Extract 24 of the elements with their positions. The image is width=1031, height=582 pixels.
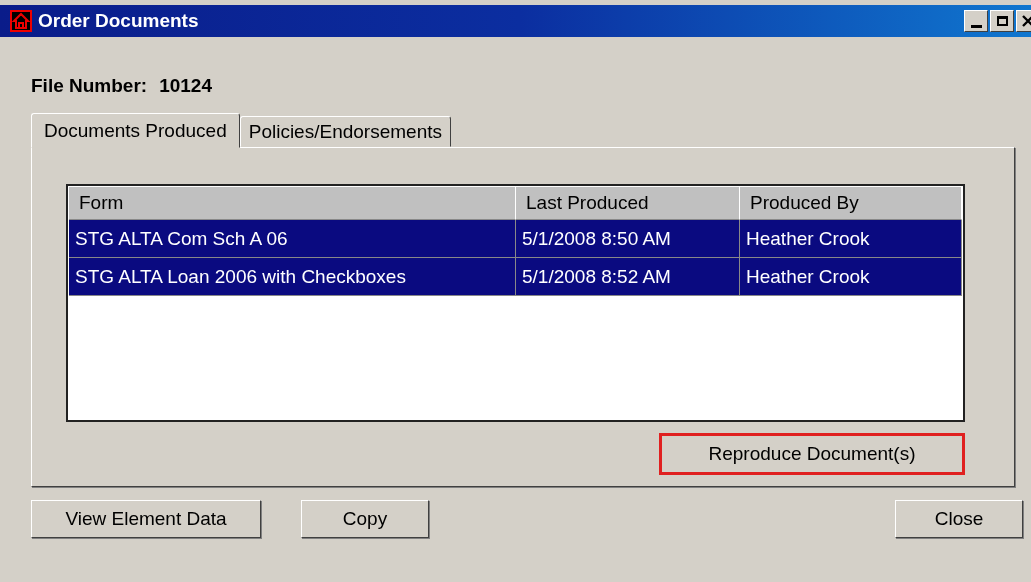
table-cell: Heather Crook [740, 258, 962, 296]
dialog-button[interactable]: Close [895, 500, 1023, 538]
file-number-label: File Number: [31, 75, 148, 98]
column-header[interactable]: Produced By [740, 187, 962, 220]
tab[interactable]: Documents Produced [31, 113, 240, 148]
dialog-button[interactable]: Copy [301, 500, 429, 538]
table-cell: STG ALTA Com Sch A 06 [69, 220, 516, 258]
table-cell: Heather Crook [740, 220, 962, 258]
table-row[interactable]: STG ALTA Loan 2006 with Checkboxes 5/1/2008 8:52 AM Heather Crook [69, 258, 962, 296]
minimize-button[interactable] [964, 10, 988, 32]
column-header[interactable]: Last Produced [516, 187, 740, 220]
table-cell: 5/1/2008 8:52 AM [516, 258, 740, 296]
dialog-button[interactable]: View Element Data [31, 500, 261, 538]
table-row[interactable]: STG ALTA Com Sch A 06 5/1/2008 8:50 AM Heather Crook [69, 220, 962, 258]
close-icon [1022, 15, 1031, 27]
maximize-button[interactable] [990, 10, 1014, 32]
column-header[interactable]: Form [69, 187, 516, 220]
tab[interactable]: Policies/Endorsements [239, 116, 451, 147]
table-cell: STG ALTA Loan 2006 with Checkboxes [69, 258, 516, 296]
table-cell: 5/1/2008 8:50 AM [516, 220, 740, 258]
file-number-value: 10124 [159, 75, 212, 98]
house-icon [10, 10, 32, 32]
window-title: Order Documents [38, 10, 199, 32]
reproduce-documents-button[interactable]: Reproduce Document(s) [659, 433, 965, 475]
